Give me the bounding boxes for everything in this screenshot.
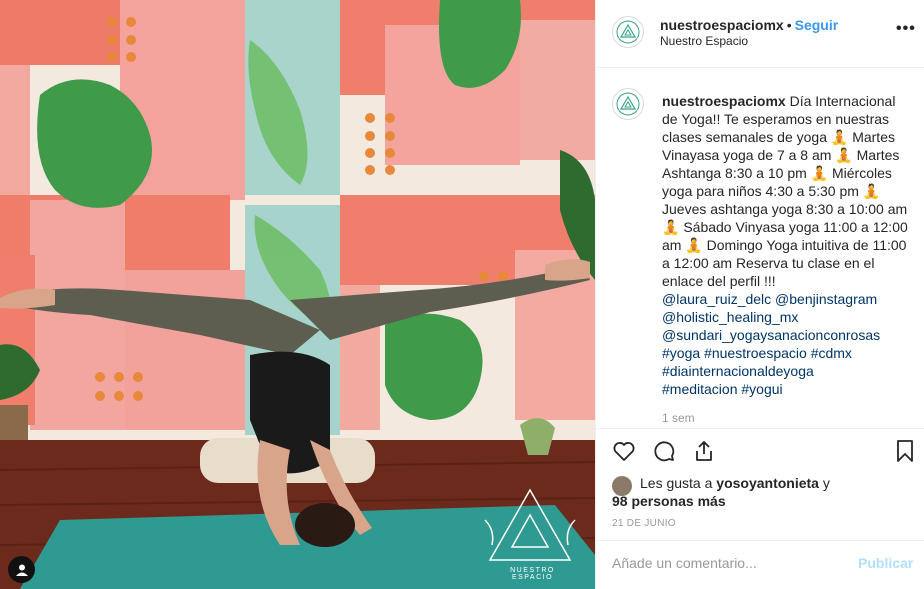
hashtag-link[interactable]: #diainternacionaldeyoga (662, 363, 814, 379)
likes-text: Les gusta a yosoyantonieta y (640, 474, 912, 492)
post-side-panel: nuestroespaciomx • Seguir Nuestro Espacio … (595, 0, 924, 589)
likes-and: y (822, 475, 830, 491)
watermark-text: NUESTRO ESPACIO (510, 567, 555, 581)
caption-username[interactable]: nuestroespaciomx (662, 93, 786, 109)
user-tag-icon (15, 564, 28, 576)
likes-count-link[interactable]: 98 personas más (612, 493, 726, 509)
comment-input[interactable] (612, 555, 832, 571)
user-tag-button[interactable] (8, 556, 35, 583)
post-photo[interactable]: NUESTRO ESPACIO (0, 0, 595, 589)
post-header: nuestroespaciomx • Seguir Nuestro Espacio … (596, 0, 924, 68)
bookmark-icon[interactable] (893, 439, 917, 463)
mention-link[interactable]: @sundari_yogaysanacionconrosas (662, 327, 880, 343)
share-icon[interactable] (692, 439, 716, 463)
likes-summary: Les gusta a yosoyantonieta y 98 personas… (612, 474, 912, 510)
post-actions (596, 428, 924, 479)
separator-dot: • (786, 17, 792, 33)
username-link[interactable]: nuestroespaciomx (660, 17, 784, 33)
hashtag-link[interactable]: #nuestroespacio (704, 345, 807, 361)
caption-time[interactable]: 1 sem (662, 411, 695, 425)
mention-link[interactable]: @benjinstagram (775, 291, 877, 307)
liker-avatar[interactable] (612, 476, 632, 496)
brand-logo-icon (616, 92, 640, 116)
hashtag-link[interactable]: #meditacion (662, 381, 738, 397)
post-date[interactable]: 21 DE JUNIO (612, 518, 676, 529)
mention-link[interactable]: @laura_ruiz_delc (662, 291, 771, 307)
caption-avatar[interactable] (612, 88, 644, 120)
location-link[interactable]: Nuestro Espacio (660, 34, 748, 48)
hashtag-link[interactable]: #yogui (741, 381, 782, 397)
brand-logo-icon (616, 20, 640, 44)
hashtag-link[interactable]: #cdmx (811, 345, 852, 361)
liker-username[interactable]: yosoyantonieta (716, 475, 819, 491)
hashtag-link[interactable]: #yoga (662, 345, 700, 361)
likes-prefix: Les gusta a (640, 475, 713, 491)
caption-area: nuestroespaciomx Día Internacional de Yo… (596, 68, 924, 428)
more-options-button[interactable]: ••• (896, 20, 916, 38)
avatar[interactable] (612, 16, 644, 48)
comment-icon[interactable] (652, 439, 676, 463)
watermark-logo (484, 488, 576, 561)
caption-text: Día Internacional de Yoga!! Te esperamos… (662, 93, 908, 289)
post-header-title: nuestroespaciomx • Seguir (660, 17, 838, 33)
publish-button[interactable]: Publicar (858, 555, 913, 571)
heart-icon[interactable] (612, 439, 636, 463)
mention-link[interactable]: @holistic_healing_mx (662, 309, 798, 325)
post-caption: nuestroespaciomx Día Internacional de Yo… (662, 92, 912, 398)
comment-box: Publicar (596, 540, 924, 589)
follow-button[interactable]: Seguir (795, 17, 839, 33)
